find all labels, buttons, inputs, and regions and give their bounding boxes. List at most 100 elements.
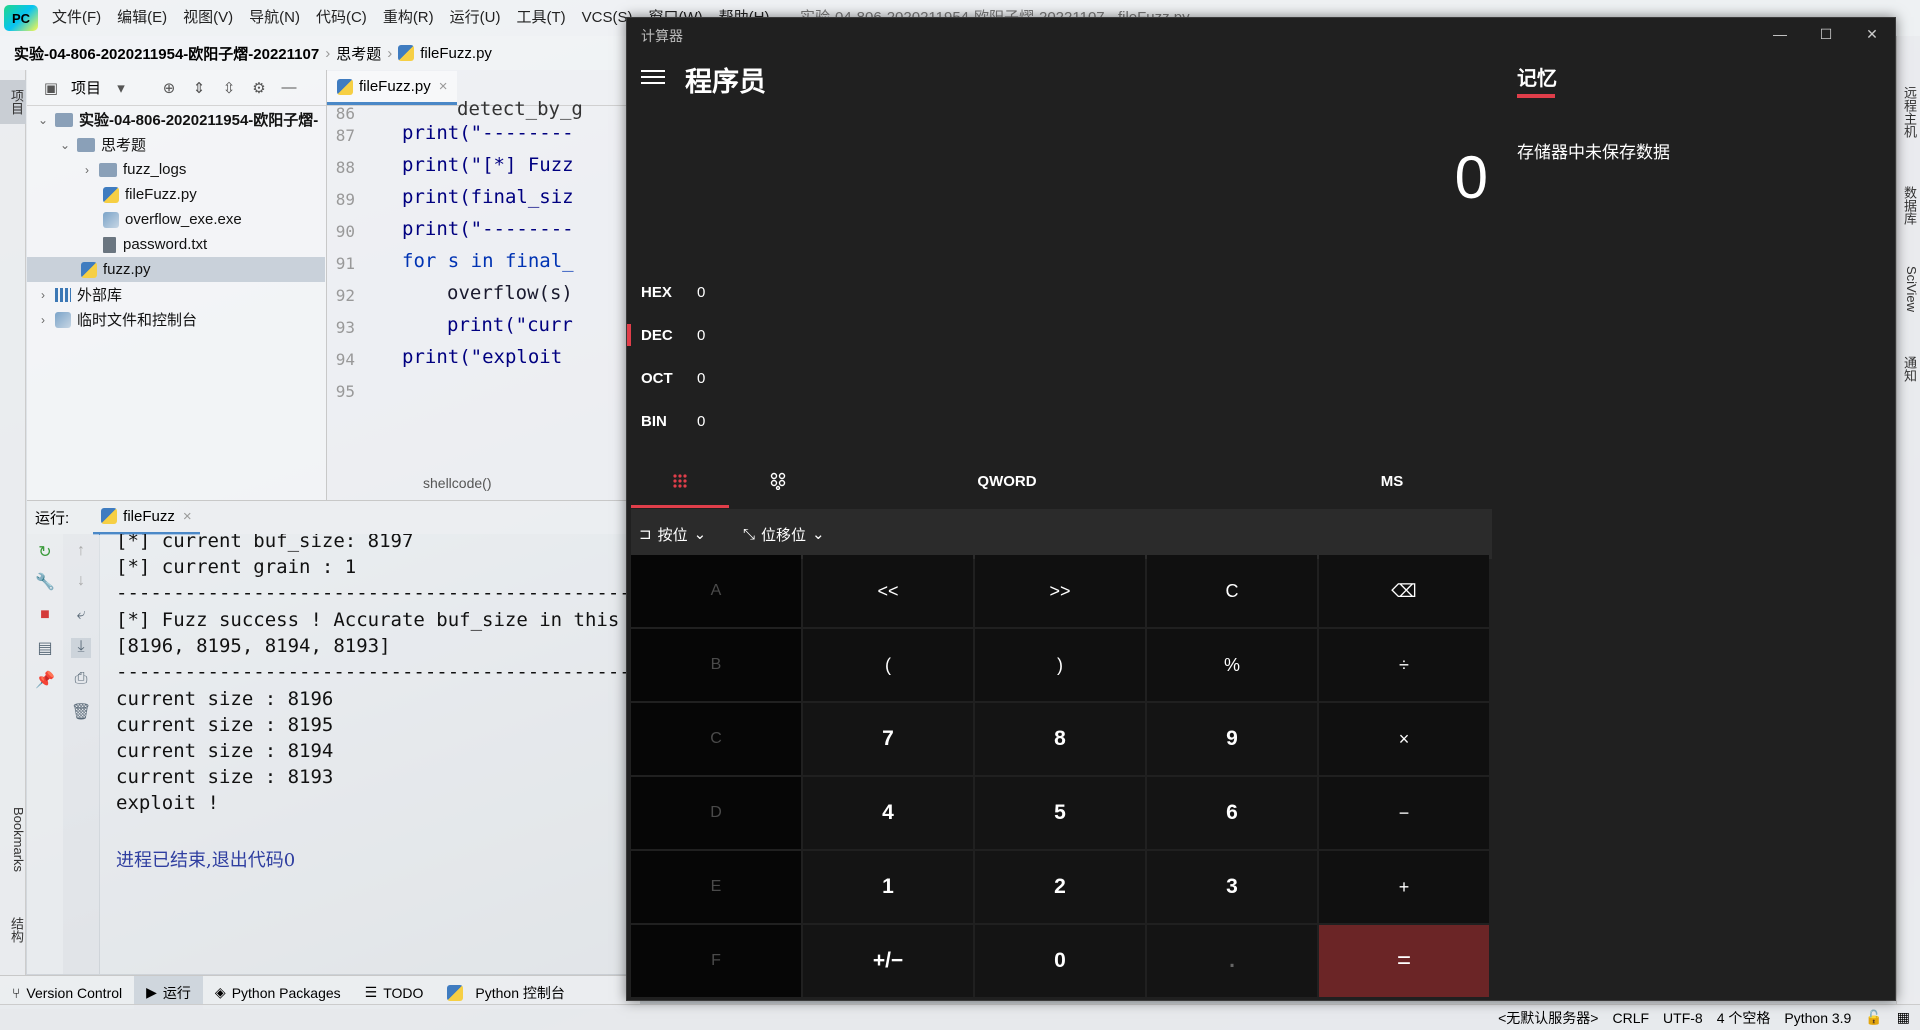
status-interpreter[interactable]: Python 3.9 [1784, 1010, 1851, 1026]
close-icon[interactable]: × [439, 78, 448, 95]
tree-item-fuzz[interactable]: fuzz.py [27, 257, 325, 282]
minimize-icon[interactable]: — [1757, 18, 1803, 50]
wrench-icon[interactable]: 🔧 [35, 572, 55, 592]
key-backspace[interactable]: ⌫ [1319, 555, 1489, 627]
collapse-all-icon[interactable]: ⇳ [219, 78, 239, 98]
bit-toggle-tab[interactable] [729, 455, 827, 507]
maximize-icon[interactable]: ☐ [1803, 18, 1849, 50]
key-open-paren[interactable]: ( [803, 629, 973, 701]
key-5[interactable]: 5 [975, 777, 1145, 849]
radix-oct[interactable]: OCT 0 [627, 356, 827, 400]
chevron-right-icon[interactable]: › [35, 288, 51, 302]
key-hex-a[interactable]: A [631, 555, 801, 627]
key-right-shift[interactable]: >> [975, 555, 1145, 627]
trash-icon[interactable]: 🗑 [71, 702, 91, 722]
breadcrumb-file[interactable]: fileFuzz.py [420, 45, 492, 62]
editor-tab-filefuzz[interactable]: fileFuzz.py × [327, 71, 458, 105]
key-equals[interactable]: = [1319, 925, 1489, 997]
tree-item-password[interactable]: password.txt [103, 232, 207, 257]
locate-icon[interactable]: ⊕ [159, 78, 179, 98]
status-indent[interactable]: 4 个空格 [1717, 1008, 1771, 1028]
key-6[interactable]: 6 [1147, 777, 1317, 849]
code-structure-hint[interactable]: shellcode() [423, 475, 491, 491]
key-4[interactable]: 4 [803, 777, 973, 849]
tree-item-thinking[interactable]: ⌄ 思考题 [57, 132, 146, 157]
key-close-paren[interactable]: ) [975, 629, 1145, 701]
radix-bin[interactable]: BIN 0 [627, 399, 827, 443]
key-decimal[interactable]: . [1147, 925, 1317, 997]
memory-store-button[interactable]: MS [1347, 455, 1437, 507]
breadcrumb-project[interactable]: 实验-04-806-2020211954-欧阳子熠-20221107 [14, 43, 319, 64]
close-icon[interactable]: ✕ [1849, 18, 1895, 50]
bitwise-dropdown[interactable]: ⊐ 按位 ⌄ [639, 509, 706, 559]
key-3[interactable]: 3 [1147, 851, 1317, 923]
tool-tab-remote-host[interactable]: 远程主机 [1899, 86, 1919, 138]
key-left-shift[interactable]: << [803, 555, 973, 627]
bitshift-dropdown[interactable]: ⤡ 位移位 ⌄ [743, 509, 825, 559]
breadcrumb-folder[interactable]: 思考题 [336, 43, 381, 64]
status-server[interactable]: <无默认服务器> [1498, 1008, 1598, 1028]
close-icon[interactable]: × [183, 508, 192, 525]
menu-tools[interactable]: 工具(T) [508, 0, 573, 36]
tree-item-external-libs[interactable]: › 外部库 [35, 282, 122, 307]
tree-item-scratches[interactable]: › 临时文件和控制台 [35, 307, 197, 332]
key-hex-c[interactable]: C [631, 703, 801, 775]
key-hex-e[interactable]: E [631, 851, 801, 923]
memory-indicator-icon[interactable]: ▦ [1897, 1009, 1910, 1026]
key-multiply[interactable]: × [1319, 703, 1489, 775]
menu-refactor[interactable]: 重构(R) [375, 0, 442, 36]
menu-run[interactable]: 运行(U) [442, 0, 509, 36]
arrow-down-icon[interactable]: ↓ [71, 572, 91, 592]
tool-tab-structure[interactable]: 结构 [0, 910, 26, 950]
pin-icon[interactable]: 📌 [35, 670, 55, 690]
tool-tab-sciview[interactable]: SciView [1899, 266, 1919, 312]
gear-icon[interactable]: ⚙ [249, 78, 269, 98]
tool-tab-project[interactable]: 项目 [0, 80, 26, 124]
status-line-separator[interactable]: CRLF [1612, 1010, 1649, 1026]
rerun-icon[interactable]: ↻ [35, 542, 55, 562]
key-percent[interactable]: % [1147, 629, 1317, 701]
key-2[interactable]: 2 [975, 851, 1145, 923]
hamburger-menu-icon[interactable] [641, 66, 665, 86]
key-0[interactable]: 0 [975, 925, 1145, 997]
key-negate[interactable]: +/− [803, 925, 973, 997]
minimize-icon[interactable]: — [279, 78, 299, 98]
scroll-to-end-icon[interactable]: ⤓ [71, 638, 91, 658]
chevron-down-icon[interactable]: ⌄ [35, 113, 51, 127]
tree-item-fuzz-logs[interactable]: › fuzz_logs [79, 157, 186, 182]
tree-item-root[interactable]: ⌄ 实验-04-806-2020211954-欧阳子熠- [35, 107, 325, 132]
lock-icon[interactable]: 🔓 [1865, 1009, 1882, 1026]
project-panel-title[interactable]: 项目 [71, 77, 101, 98]
key-hex-f[interactable]: F [631, 925, 801, 997]
chevron-down-icon[interactable]: ▾ [111, 78, 131, 98]
menu-view[interactable]: 视图(V) [175, 0, 241, 36]
radix-hex[interactable]: HEX 0 [627, 270, 827, 314]
run-tab-filefuzz[interactable]: fileFuzz × [93, 501, 200, 535]
word-size-button[interactable]: QWORD [907, 455, 1107, 507]
chevron-right-icon[interactable]: › [79, 163, 95, 177]
menu-code[interactable]: 代码(C) [308, 0, 375, 36]
key-7[interactable]: 7 [803, 703, 973, 775]
tool-tab-bookmarks[interactable]: Bookmarks [0, 790, 26, 890]
tree-item-overflow-exe[interactable]: overflow_exe.exe [103, 207, 242, 232]
key-9[interactable]: 9 [1147, 703, 1317, 775]
key-8[interactable]: 8 [975, 703, 1145, 775]
arrow-up-icon[interactable]: ↑ [71, 542, 91, 562]
key-1[interactable]: 1 [803, 851, 973, 923]
memory-tab[interactable]: 记忆 [1517, 62, 1557, 91]
tree-item-filefuzz[interactable]: fileFuzz.py [103, 182, 197, 207]
soft-wrap-icon[interactable]: ⤶ [71, 606, 91, 626]
key-add[interactable]: + [1319, 851, 1489, 923]
keypad-tab[interactable] [631, 455, 729, 507]
expand-all-icon[interactable]: ⇕ [189, 78, 209, 98]
key-clear[interactable]: C [1147, 555, 1317, 627]
run-console[interactable]: [*] current buf_size: 8197 [*] current g… [100, 534, 627, 974]
key-subtract[interactable]: − [1319, 777, 1489, 849]
key-hex-d[interactable]: D [631, 777, 801, 849]
print-icon[interactable]: ⎙ [71, 670, 91, 690]
stop-icon[interactable]: ■ [35, 606, 55, 626]
code-editor[interactable]: fileFuzz.py × 86 detect_by_g 87 print("-… [327, 70, 627, 500]
radix-dec[interactable]: DEC 0 [627, 313, 827, 357]
status-encoding[interactable]: UTF-8 [1663, 1010, 1703, 1026]
chevron-down-icon[interactable]: ⌄ [57, 138, 73, 152]
